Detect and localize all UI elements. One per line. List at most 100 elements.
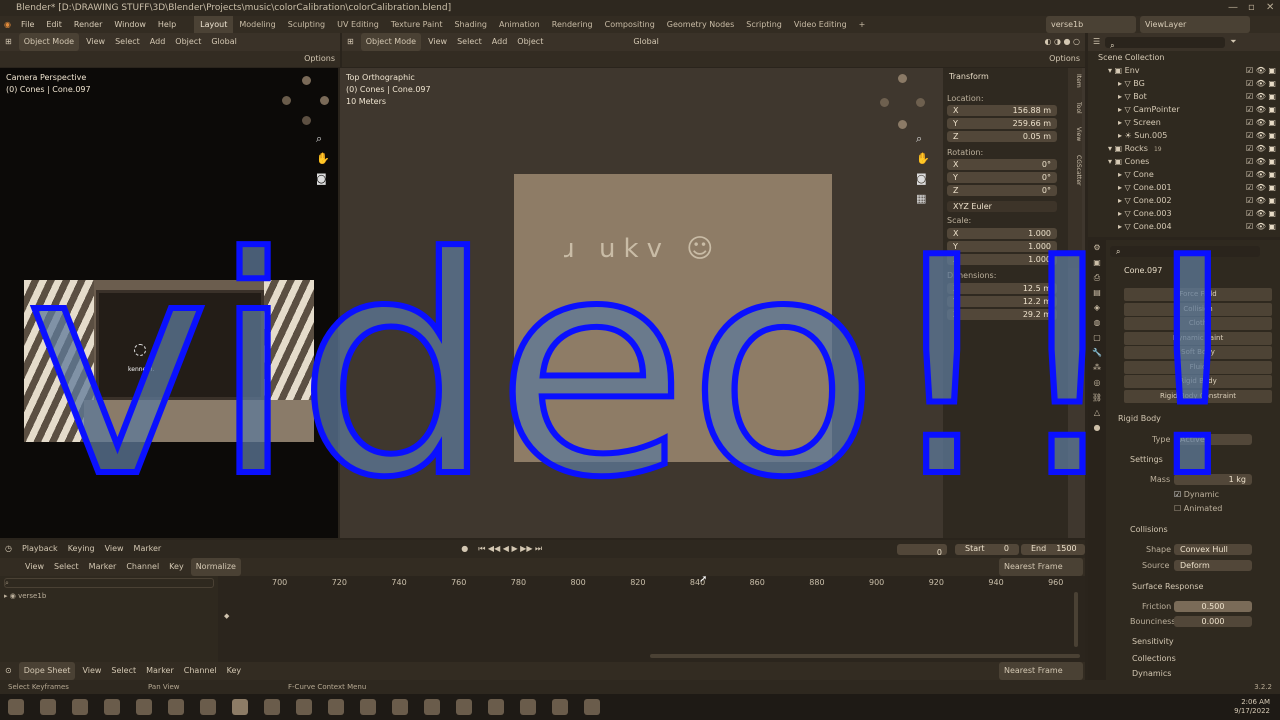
collections-header[interactable]: Collections	[1132, 651, 1176, 667]
app-icon-13[interactable]	[584, 699, 600, 715]
tab-texture-paint[interactable]: Texture Paint	[385, 16, 449, 33]
hand-icon[interactable]: ✋	[316, 152, 330, 165]
outliner-row-cone-001[interactable]: ▸ ▽ Cone.001 ☑ 👁 ▣	[1088, 181, 1280, 194]
menu-help[interactable]: Help	[152, 16, 182, 33]
current-frame-field[interactable]: 0	[897, 543, 947, 557]
channel-search-input[interactable]: ⌕	[4, 578, 214, 588]
app-icon-10[interactable]	[488, 699, 504, 715]
grid-icon[interactable]: ▦	[916, 192, 926, 205]
rigid-body-section-header[interactable]: Rigid Body	[1118, 411, 1161, 427]
tab-modeling[interactable]: Modeling	[233, 16, 281, 33]
close-icon[interactable]: ✕	[1266, 0, 1274, 16]
app-icon-4[interactable]	[168, 699, 184, 715]
app-icon-8[interactable]	[424, 699, 440, 715]
modifier-tab-icon[interactable]: 🔧	[1088, 345, 1106, 360]
editor-type-icon-2[interactable]: ⊞	[342, 33, 359, 51]
view-layer-tab-icon[interactable]: ▤	[1088, 285, 1106, 300]
add-workspace-button[interactable]: +	[853, 16, 872, 33]
filter-icon[interactable]: ⏷	[1225, 33, 1241, 51]
view-layer-selector[interactable]: ViewLayer	[1140, 16, 1250, 33]
visibility-eye-icon[interactable]: ☑ 👁 ▣	[1246, 129, 1280, 142]
menu-select-footer[interactable]: Select	[106, 662, 141, 680]
app-icon-12[interactable]	[552, 699, 568, 715]
vertical-scrollbar[interactable]	[1074, 592, 1078, 647]
mass-field[interactable]: 1 kg	[1174, 474, 1252, 485]
data-tab-icon[interactable]: △	[1088, 405, 1106, 420]
visibility-eye-icon[interactable]: ☑ 👁 ▣	[1246, 220, 1280, 233]
menu-file[interactable]: File	[15, 16, 40, 33]
visibility-eye-icon[interactable]: ☑ 👁 ▣	[1246, 90, 1280, 103]
cloth-button[interactable]: Cloth	[1124, 317, 1272, 330]
channel-row[interactable]: ▸ ◉ verse1b	[4, 592, 46, 600]
location-x-field[interactable]: X 156.88 m	[947, 105, 1057, 116]
menu-view-ds[interactable]: View	[20, 558, 49, 576]
scale-z-field[interactable]: Z 1.000	[947, 254, 1057, 265]
editor-type-icon[interactable]: ⊞	[0, 33, 17, 51]
visibility-eye-icon[interactable]: ☑ 👁 ▣	[1246, 207, 1280, 220]
visibility-eye-icon[interactable]: ☑ 👁 ▣	[1246, 155, 1280, 168]
menu-add-2[interactable]: Add	[487, 33, 513, 51]
menu-edit[interactable]: Edit	[40, 16, 68, 33]
menu-select-2[interactable]: Select	[452, 33, 487, 51]
tab-compositing[interactable]: Compositing	[599, 16, 661, 33]
minimize-icon[interactable]: —	[1228, 0, 1238, 16]
tab-sculpting[interactable]: Sculpting	[282, 16, 331, 33]
snap-select[interactable]: Nearest Frame	[999, 558, 1083, 576]
maximize-icon[interactable]: ▫	[1248, 0, 1255, 16]
visibility-eye-icon[interactable]: ☑ 👁 ▣	[1246, 64, 1280, 77]
menu-keying[interactable]: Keying	[63, 540, 100, 558]
rotation-x-field[interactable]: X 0°	[947, 159, 1057, 170]
canvas-plane[interactable]: ɹ ukv ☺	[514, 174, 832, 462]
fluid-button[interactable]: Fluid	[1124, 360, 1272, 374]
menu-channel-ds[interactable]: Channel	[121, 558, 164, 576]
menu-view-footer[interactable]: View	[77, 662, 106, 680]
scale-x-field[interactable]: X 1.000	[947, 228, 1057, 239]
dynamic-checkbox[interactable]: ☑ Dynamic	[1174, 490, 1219, 499]
tab-view[interactable]: View	[1075, 127, 1082, 141]
rotation-z-field[interactable]: Z 0°	[947, 185, 1057, 196]
scale-y-field[interactable]: Y 1.000	[947, 241, 1057, 252]
visibility-eye-icon[interactable]: ☑ 👁 ▣	[1246, 103, 1280, 116]
dopesheet-mode-select[interactable]: Dope Sheet	[18, 662, 76, 680]
discord-icon[interactable]	[296, 699, 312, 715]
outliner-row-cone-002[interactable]: ▸ ▽ Cone.002 ☑ 👁 ▣	[1088, 194, 1280, 207]
source-select[interactable]: Deform	[1174, 560, 1252, 571]
outliner-row-cones[interactable]: ▾ ▣ Cones ☑ 👁 ▣	[1088, 155, 1280, 168]
menu-view-timeline[interactable]: View	[100, 540, 129, 558]
rotation-mode-select[interactable]: XYZ Euler	[947, 201, 1057, 212]
app-icon-9[interactable]	[456, 699, 472, 715]
mode-selector-2[interactable]: Object Mode	[360, 33, 422, 51]
zoom-icon-2[interactable]: ⌕	[916, 132, 922, 146]
menu-select-ds[interactable]: Select	[49, 558, 84, 576]
sensitivity-header[interactable]: Sensitivity	[1132, 634, 1174, 650]
transform-orientation[interactable]: Global	[206, 33, 242, 51]
visibility-eye-icon[interactable]: ☑ 👁 ▣	[1246, 142, 1280, 155]
menu-object[interactable]: Object	[170, 33, 206, 51]
outliner-row-bg[interactable]: ▸ ▽ BG ☑ 👁 ▣	[1088, 77, 1280, 90]
physics-tab-icon[interactable]: ◎	[1088, 375, 1106, 390]
timeline-editor-icon[interactable]: ◷	[0, 540, 17, 558]
dimension-z-field[interactable]: Z 29.2 m	[947, 309, 1057, 320]
visibility-eye-icon[interactable]: ☑ 👁 ▣	[1246, 194, 1280, 207]
mode-selector[interactable]: Object Mode	[18, 33, 80, 51]
options-dropdown[interactable]: Options	[299, 50, 340, 68]
force-field-button[interactable]: Force Field	[1124, 288, 1272, 301]
object-tab-icon[interactable]: ▢	[1088, 330, 1106, 345]
tool-tab-icon[interactable]: ⚙	[1088, 240, 1106, 255]
menu-marker-footer[interactable]: Marker	[141, 662, 179, 680]
menu-marker-timeline[interactable]: Marker	[129, 540, 167, 558]
navigation-gizmo-2[interactable]	[880, 74, 926, 134]
outliner-row-campointer[interactable]: ▸ ▽ CamPointer ☑ 👁 ▣	[1088, 103, 1280, 116]
spotify-icon[interactable]	[328, 699, 344, 715]
tab-item[interactable]: Item	[1075, 74, 1082, 88]
outliner-row-screen[interactable]: ▸ ▽ Screen ☑ 👁 ▣	[1088, 116, 1280, 129]
outliner-type-icon[interactable]: ☰	[1088, 33, 1105, 51]
visibility-eye-icon[interactable]: ☑ 👁 ▣	[1246, 181, 1280, 194]
tab-cgscatter[interactable]: CGScatter	[1075, 155, 1082, 186]
outliner-row-bot[interactable]: ▸ ▽ Bot ☑ 👁 ▣	[1088, 90, 1280, 103]
tab-video-editing[interactable]: Video Editing	[788, 16, 853, 33]
visibility-eye-icon[interactable]: ☑ 👁 ▣	[1246, 168, 1280, 181]
menu-key-footer[interactable]: Key	[222, 662, 247, 680]
visibility-eye-icon[interactable]: ☑ 👁 ▣	[1246, 77, 1280, 90]
outliner-row-env[interactable]: ▾ ▣ Env ☑ 👁 ▣	[1088, 64, 1280, 77]
